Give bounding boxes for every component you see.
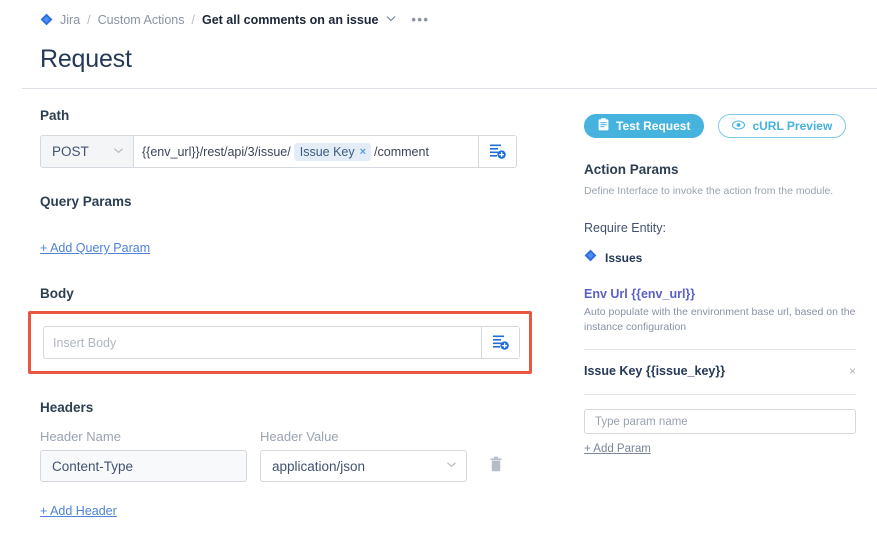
header-value-column-label: Header Value — [260, 429, 467, 444]
body-field-row: Insert Body — [43, 326, 520, 359]
insert-variable-button-body[interactable] — [481, 327, 519, 358]
breadcrumb-current: Get all comments on an issue — [202, 13, 378, 27]
breadcrumb-separator-1: / — [87, 13, 90, 27]
path-url-prefix: {{env_url}}/rest/api/3/issue/ — [142, 145, 291, 159]
chevron-down-icon — [446, 461, 457, 471]
action-params-subtitle: Define Interface to invoke the action fr… — [584, 184, 856, 199]
http-method-select[interactable]: POST — [41, 136, 134, 167]
breadcrumb-separator-2: / — [191, 13, 194, 27]
param-divider-1 — [584, 349, 856, 350]
breadcrumb-link-custom-actions[interactable]: Custom Actions — [98, 13, 185, 27]
page-title: Request — [40, 45, 132, 74]
body-highlight-box: Insert Body — [28, 311, 532, 374]
header-value-select[interactable]: application/json — [260, 450, 467, 482]
action-params-panel: Test Request cURL Preview Action Params … — [584, 114, 856, 457]
test-request-label: Test Request — [616, 119, 690, 133]
path-variable-chip[interactable]: Issue Key × — [294, 143, 371, 161]
request-editor-page: Jira / Custom Actions / Get all comments… — [0, 0, 877, 542]
add-query-param-link[interactable]: + Add Query Param — [40, 241, 150, 255]
chevron-down-icon — [113, 147, 124, 157]
add-param-link[interactable]: + Add Param — [584, 443, 651, 455]
more-options-icon[interactable]: ••• — [411, 12, 429, 27]
param-issue-key-label: Issue Key {{issue_key}} — [584, 364, 725, 378]
remove-param-icon[interactable]: × — [849, 364, 856, 378]
breadcrumb-link-jira[interactable]: Jira — [60, 13, 80, 27]
curl-preview-label: cURL Preview — [752, 119, 832, 133]
trash-icon — [489, 456, 503, 472]
header-value-text: application/json — [272, 459, 365, 474]
http-method-value: POST — [52, 144, 89, 159]
headers-section-label: Headers — [40, 400, 540, 415]
jira-diamond-icon — [40, 13, 53, 26]
header-name-input[interactable]: Content-Type — [40, 450, 247, 482]
add-header-link[interactable]: + Add Header — [40, 504, 117, 518]
eye-icon — [732, 119, 745, 133]
insert-variable-icon — [489, 143, 506, 160]
path-url-suffix: /comment — [374, 145, 429, 159]
table-row: Content-Type application/json — [40, 450, 540, 482]
body-section-label: Body — [40, 286, 540, 301]
header-name-column-label: Header Name — [40, 429, 247, 444]
path-variable-chip-label: Issue Key — [300, 145, 355, 159]
breadcrumb: Jira / Custom Actions / Get all comments… — [40, 12, 429, 27]
entity-row-issues[interactable]: Issues — [584, 249, 856, 267]
param-env-url-description: Auto populate with the environment base … — [584, 305, 856, 335]
close-icon[interactable]: × — [360, 146, 366, 158]
param-divider-2 — [584, 394, 856, 395]
param-name-input[interactable]: Type param name — [584, 409, 856, 434]
param-issue-key: Issue Key {{issue_key}} × — [584, 364, 856, 378]
require-entity-label: Require Entity: — [584, 221, 856, 235]
test-request-button[interactable]: Test Request — [584, 114, 704, 138]
chevron-down-icon[interactable] — [386, 14, 396, 25]
action-params-title: Action Params — [584, 162, 856, 177]
action-buttons-row: Test Request cURL Preview — [584, 114, 856, 138]
path-url-input[interactable]: {{env_url}}/rest/api/3/issue/ Issue Key … — [134, 136, 478, 167]
headers-column-titles: Header Name Header Value — [40, 429, 540, 444]
insert-variable-icon — [492, 334, 509, 351]
query-params-section-label: Query Params — [40, 194, 540, 209]
clipboard-icon — [598, 118, 609, 134]
entity-name-issues: Issues — [605, 251, 642, 265]
param-env-url-key[interactable]: Env Url {{env_url}} — [584, 287, 856, 301]
request-form: Path POST {{env_url}}/rest/api/3/issue/ … — [40, 108, 540, 520]
path-field-row: POST {{env_url}}/rest/api/3/issue/ Issue… — [40, 135, 517, 168]
body-input[interactable]: Insert Body — [44, 327, 481, 358]
curl-preview-button[interactable]: cURL Preview — [718, 114, 846, 138]
header-divider — [22, 88, 877, 89]
path-section-label: Path — [40, 108, 540, 123]
delete-header-button[interactable] — [489, 456, 503, 477]
jira-issues-diamond-icon — [584, 249, 597, 267]
param-env-url: Env Url {{env_url}} Auto populate with t… — [584, 287, 856, 335]
insert-variable-button-path[interactable] — [478, 136, 516, 167]
